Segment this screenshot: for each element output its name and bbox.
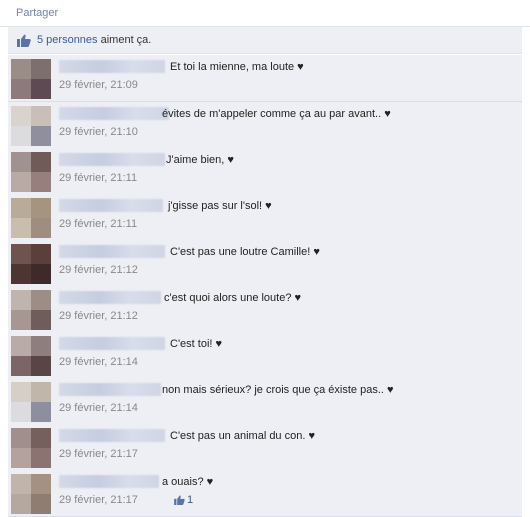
comment-timestamp[interactable]: 29 février, 21:09 — [59, 79, 138, 91]
comment: a ouais? ♥ 29 février, 21:17 1 — [8, 470, 522, 517]
avatar[interactable] — [11, 244, 51, 284]
comment-timestamp[interactable]: 29 février, 21:10 — [59, 126, 138, 138]
likes-count-link[interactable]: 5 personnes — [37, 34, 98, 46]
comment-text: Et toi la mienne, ma loute ♥ — [170, 61, 304, 73]
avatar[interactable] — [11, 198, 51, 238]
avatar[interactable] — [11, 336, 51, 376]
comment-timestamp[interactable]: 29 février, 21:14 — [59, 356, 138, 368]
comment: C'est pas une loutre Camille! ♥ 29 févri… — [8, 240, 522, 287]
comment-text: J'aime bien, ♥ — [166, 154, 234, 166]
comment-text: j'gisse pas sur l'sol! ♥ — [168, 200, 272, 212]
comment-text: a ouais? ♥ — [162, 476, 214, 488]
avatar[interactable] — [11, 382, 51, 422]
comment-likes[interactable]: 1 — [174, 494, 193, 506]
comment: C'est toi! ♥ 29 février, 21:14 — [8, 332, 522, 379]
author-name-blurred[interactable] — [59, 60, 165, 73]
comments-panel: Partager 5 personnes aiment ça. Et toi l… — [0, 0, 530, 517]
thumbs-up-icon — [174, 495, 185, 505]
likes-summary: 5 personnes aiment ça. — [37, 34, 151, 46]
comment: c'est quoi alors une loute? ♥ 29 février… — [8, 286, 522, 333]
author-name-blurred[interactable] — [59, 153, 165, 166]
comment-timestamp[interactable]: 29 février, 21:14 — [59, 402, 138, 414]
avatar[interactable] — [11, 59, 51, 99]
comment-text: C'est toi! ♥ — [170, 338, 223, 350]
comment: j'gisse pas sur l'sol! ♥ 29 février, 21:… — [8, 194, 522, 241]
likes-suffix: aiment ça. — [97, 34, 152, 46]
comment: non mais sérieux? je crois que ça éxiste… — [8, 378, 522, 425]
comment-text: c'est quoi alors une loute? ♥ — [164, 292, 302, 304]
comment-text: C'est pas une loutre Camille! ♥ — [170, 246, 320, 258]
share-link[interactable]: Partager — [16, 7, 58, 19]
author-name-blurred[interactable] — [59, 245, 165, 258]
author-name-blurred[interactable] — [59, 107, 169, 120]
comment-timestamp[interactable]: 29 février, 21:17 — [59, 448, 138, 460]
comment-text: évites de m'appeler comme ça au par avan… — [162, 108, 391, 120]
avatar[interactable] — [11, 290, 51, 330]
comment: Et toi la mienne, ma loute ♥ 29 février,… — [8, 55, 522, 102]
author-name-blurred[interactable] — [59, 291, 161, 304]
author-name-blurred[interactable] — [59, 337, 165, 350]
comment-timestamp[interactable]: 29 février, 21:17 — [59, 494, 138, 506]
author-name-blurred[interactable] — [59, 199, 163, 212]
author-name-blurred[interactable] — [59, 475, 159, 488]
avatar[interactable] — [11, 428, 51, 468]
author-name-blurred[interactable] — [59, 429, 165, 442]
avatar[interactable] — [11, 474, 51, 514]
avatar[interactable] — [11, 106, 51, 146]
likes-bar: 5 personnes aiment ça. — [8, 27, 522, 54]
comment-timestamp[interactable]: 29 février, 21:11 — [59, 172, 137, 184]
comment: évites de m'appeler comme ça au par avan… — [8, 102, 522, 149]
comment-timestamp[interactable]: 29 février, 21:12 — [59, 264, 138, 276]
comment: J'aime bien, ♥ 29 février, 21:11 — [8, 148, 522, 195]
comment: C'est pas un animal du con. ♥ 29 février… — [8, 424, 522, 471]
comment-timestamp[interactable]: 29 février, 21:11 — [59, 218, 137, 230]
comment-text: C'est pas un animal du con. ♥ — [170, 430, 315, 442]
share-bar: Partager — [0, 0, 530, 27]
thumbs-up-icon — [17, 34, 31, 47]
comment-likes-count: 1 — [187, 494, 194, 506]
comment-timestamp[interactable]: 29 février, 21:12 — [59, 310, 138, 322]
author-name-blurred[interactable] — [59, 383, 161, 396]
avatar[interactable] — [11, 152, 51, 192]
comment-text: non mais sérieux? je crois que ça éxiste… — [162, 384, 394, 396]
